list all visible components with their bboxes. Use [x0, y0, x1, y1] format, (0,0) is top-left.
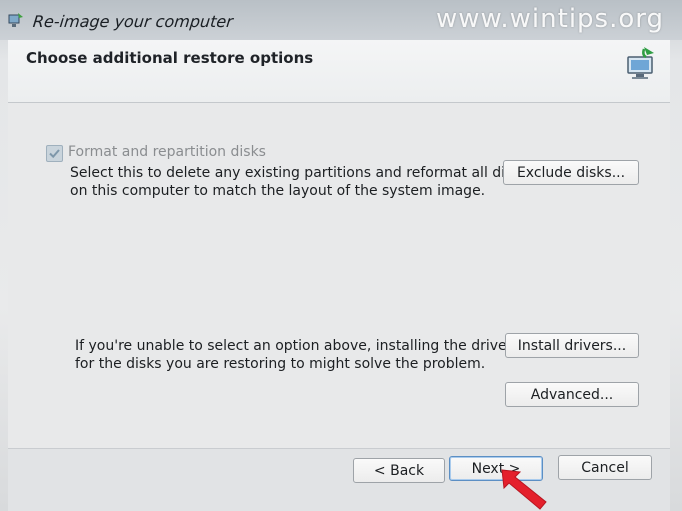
checkmark-icon	[49, 149, 60, 159]
watermark: www.wintips.org	[436, 4, 665, 34]
footer-bar: < Back Next > Cancel	[8, 448, 670, 511]
advanced-button[interactable]: Advanced...	[505, 382, 639, 407]
red-arrow-icon	[501, 469, 547, 510]
format-description-line-2: on this computer to match the layout of …	[70, 183, 486, 199]
content-area: Format and repartition disks Select this…	[8, 103, 670, 448]
system-image-restore-icon	[627, 47, 654, 79]
exclude-disks-button[interactable]: Exclude disks...	[503, 160, 639, 185]
format-checkbox-label: Format and repartition disks	[68, 144, 266, 160]
drivers-description-line-1: If you're unable to select an option abo…	[75, 338, 520, 354]
drivers-description-line-2: for the disks you are restoring to might…	[75, 356, 486, 372]
screen: Re-image your computer www.wintips.org C…	[0, 0, 682, 511]
format-checkbox[interactable]	[46, 145, 63, 162]
window-title: Re-image your computer	[32, 12, 234, 31]
back-button[interactable]: < Back	[353, 458, 445, 483]
install-drivers-button[interactable]: Install drivers...	[505, 333, 639, 358]
header-panel: Choose additional restore options	[8, 40, 670, 103]
cancel-button[interactable]: Cancel	[558, 455, 652, 480]
format-description-line-1: Select this to delete any existing parti…	[70, 165, 528, 181]
computer-restore-icon	[8, 13, 23, 27]
title-bar: Re-image your computer www.wintips.org	[0, 0, 682, 40]
page-title: Choose additional restore options	[26, 49, 314, 67]
